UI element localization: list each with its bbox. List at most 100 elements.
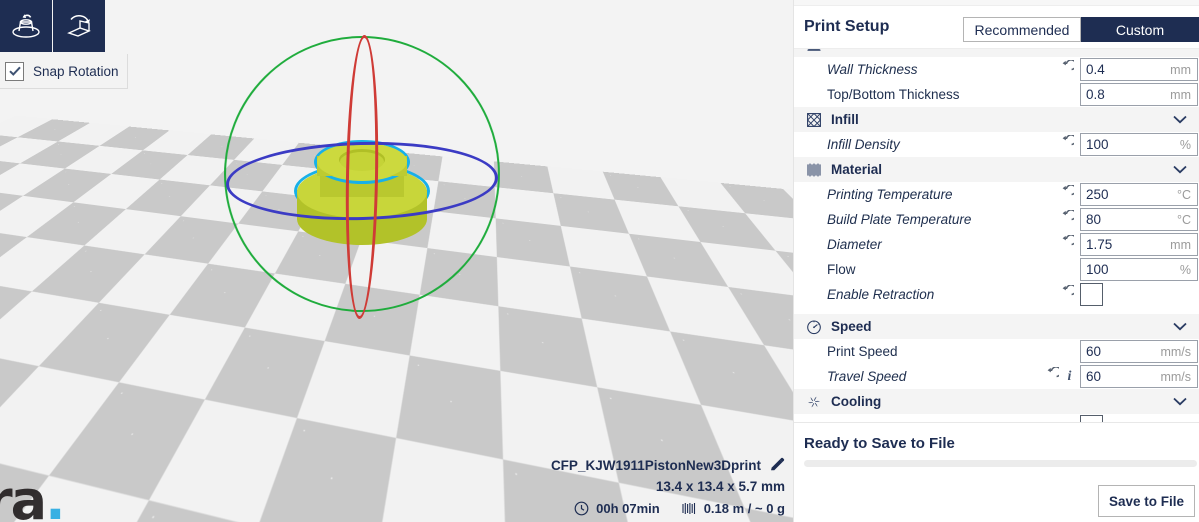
setting-unit: mm/s (1160, 369, 1191, 384)
lay-flat-icon (62, 9, 96, 43)
setting-row[interactable]: Build Plate Temperature 80 °C (794, 207, 1199, 232)
material-icon (806, 162, 822, 178)
setting-value-field[interactable]: 1.75 mm (1080, 233, 1198, 256)
setting-controls: 250 °C (1060, 182, 1199, 207)
page-title: Print Setup (804, 18, 890, 35)
setting-label: Diameter (827, 237, 882, 252)
chevron-down-icon[interactable] (1173, 111, 1187, 129)
chevron-down-icon[interactable] (1173, 318, 1187, 336)
setting-value-field[interactable]: 0.4 mm (1080, 58, 1198, 81)
setting-label: Print Speed (827, 344, 898, 359)
tab-custom[interactable]: Custom (1081, 17, 1199, 42)
cura-logo-text: ra (0, 469, 47, 522)
revert-icon[interactable] (1060, 234, 1077, 254)
setting-value-field[interactable]: 100% (1080, 258, 1198, 281)
save-to-file-button[interactable]: Save to File (1098, 485, 1195, 517)
setting-row[interactable]: Infill Density 100% (794, 132, 1199, 157)
setting-label: Travel Speed (827, 369, 907, 384)
setting-row[interactable]: Diameter 1.75 mm (794, 232, 1199, 257)
filament-icon (681, 501, 697, 516)
snap-rotation-row[interactable]: Snap Rotation (0, 54, 128, 89)
category-label: Material (831, 162, 883, 177)
setting-value: 0.4 (1086, 62, 1105, 77)
setting-controls: 1.75 mm (1060, 232, 1199, 257)
tool-button-group (0, 0, 128, 52)
revert-icon[interactable] (1060, 59, 1077, 79)
setting-unit: °C (1176, 212, 1191, 227)
save-progress-bar (804, 460, 1197, 467)
setting-label: Wall Thickness (827, 62, 918, 77)
setting-value-field[interactable]: 250 °C (1080, 183, 1198, 206)
print-time: 00h 07min (596, 501, 660, 516)
setting-label: Top/Bottom Thickness (827, 87, 960, 102)
tool-panel: Snap Rotation (0, 0, 128, 89)
category-header-infill[interactable]: Infill (794, 107, 1199, 132)
model-stats: 00h 07min 0.18 m / ~ 0 g (551, 501, 785, 516)
tab-recommended[interactable]: Recommended (963, 17, 1081, 42)
chevron-down-icon (1173, 322, 1187, 330)
setting-label: Enable Retraction (827, 287, 935, 302)
setting-row[interactable]: Flow 100% (794, 257, 1199, 282)
setting-value-field[interactable]: 60 mm/s (1080, 340, 1198, 363)
setting-unit: mm (1170, 87, 1191, 102)
settings-list[interactable]: ShellWall Thickness0.4mmTop/Bottom Thick… (794, 48, 1199, 423)
setting-row[interactable]: Travel Speed i 60 mm/s (794, 364, 1199, 389)
revert-icon[interactable] (1060, 209, 1077, 229)
chevron-down-icon (1173, 397, 1187, 405)
chevron-down-icon[interactable] (1173, 161, 1187, 179)
setting-row[interactable]: Wall Thickness 0.4 mm (794, 57, 1199, 82)
category-header-material[interactable]: Material (794, 157, 1199, 182)
info-icon[interactable]: i (1065, 369, 1074, 385)
setting-row[interactable]: Enable Retraction (794, 282, 1199, 307)
setting-value-field[interactable]: 60 mm/s (1080, 365, 1198, 388)
rotate-tool-button[interactable] (0, 0, 52, 52)
3d-viewport[interactable]: ra. (0, 0, 793, 522)
setting-row[interactable]: Printing Temperature 250 °C (794, 182, 1199, 207)
setting-unit: % (1179, 137, 1191, 152)
category-label: Infill (831, 112, 859, 127)
category-header-speed[interactable]: Speed (794, 314, 1199, 339)
setting-controls: 100% (1080, 257, 1199, 282)
cooling-icon (806, 394, 822, 410)
setting-controls: i 60 mm/s (1045, 364, 1199, 389)
setting-unit: °C (1176, 187, 1191, 202)
revert-icon[interactable] (1060, 134, 1077, 154)
speed-icon (806, 319, 822, 335)
setting-value-field[interactable]: 80 °C (1080, 208, 1198, 231)
setting-value: 60 (1086, 344, 1102, 359)
setting-checkbox[interactable] (1080, 283, 1103, 306)
cura-logo-dot: . (45, 469, 65, 522)
panel-bottom-bar: Ready to Save to File Save to File (794, 422, 1199, 522)
material-usage: 0.18 m / ~ 0 g (703, 501, 785, 516)
chevron-down-icon (1173, 48, 1187, 49)
lay-flat-tool-button[interactable] (53, 0, 105, 52)
revert-icon[interactable] (1060, 284, 1077, 304)
setting-value-field[interactable]: 100% (1080, 133, 1198, 156)
chevron-down-icon[interactable] (1173, 393, 1187, 411)
chevron-down-icon (1173, 165, 1187, 173)
check-icon (8, 64, 22, 78)
category-header-shell[interactable]: Shell (794, 48, 1199, 57)
snap-rotation-checkbox[interactable] (5, 61, 24, 81)
cura-window: ra. (0, 0, 1199, 522)
setting-unit: % (1179, 262, 1191, 277)
panel-header: Print Setup Recommended Custom (794, 6, 1199, 48)
category-header-cooling[interactable]: Cooling (794, 389, 1199, 414)
chevron-down-icon (1173, 115, 1187, 123)
snap-rotation-label: Snap Rotation (33, 63, 119, 79)
revert-icon[interactable] (1045, 366, 1062, 386)
shell-icon (806, 49, 822, 53)
category-label: Cooling (831, 394, 882, 409)
setting-row[interactable]: Print Speed 60 mm/s (794, 339, 1199, 364)
setting-value: 250 (1086, 187, 1109, 202)
chevron-down-icon[interactable] (1173, 48, 1187, 54)
setting-row[interactable]: Top/Bottom Thickness 0.8 mm (794, 82, 1199, 107)
setting-value: 80 (1086, 212, 1102, 227)
setting-value-field[interactable]: 0.8 mm (1080, 83, 1198, 106)
setting-controls: 0.8 mm (1080, 82, 1199, 107)
setting-value: 0.8 (1086, 87, 1105, 102)
print-setup-mode-tabs: Recommended Custom (963, 17, 1199, 42)
model-name-row: CFP_KJW1911PistonNew3Dprint (551, 457, 785, 473)
pencil-icon[interactable] (769, 457, 785, 473)
revert-icon[interactable] (1060, 184, 1077, 204)
